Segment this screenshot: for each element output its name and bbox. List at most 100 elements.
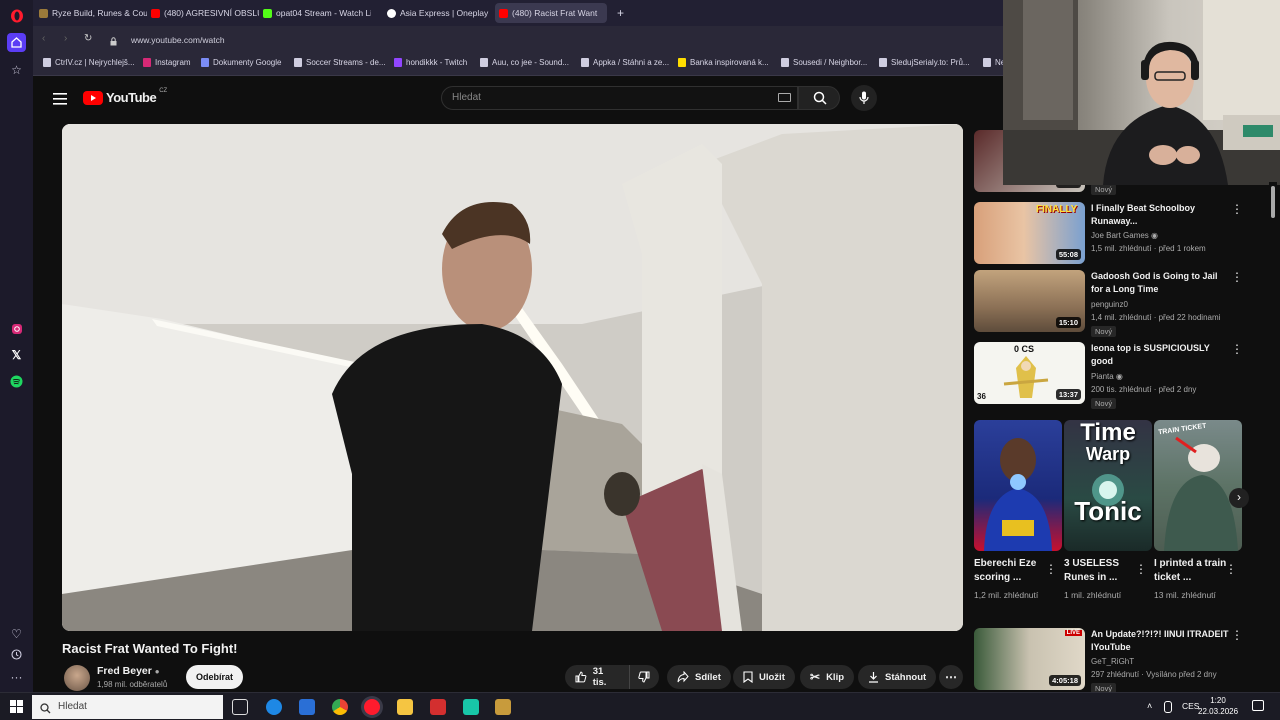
notification-icon[interactable] xyxy=(1252,700,1264,711)
more-options-icon[interactable]: ⋮ xyxy=(1231,203,1243,215)
bookmark-item[interactable]: Appka / Stáhni a ze... xyxy=(581,58,669,67)
tab-asia-express[interactable]: Asia Express | Oneplay xyxy=(383,3,495,23)
recommendation-channel[interactable]: GeT_RiGhT xyxy=(1091,657,1134,666)
recommendation-item[interactable]: LIVE 4:05:18 An Update?!?!?! IINUI ITRAD… xyxy=(974,628,1264,694)
bookmark-item[interactable]: Instagram xyxy=(143,58,191,67)
recommendation-title[interactable]: I Finally Beat Schoolboy Runaway... xyxy=(1091,202,1231,228)
subscribe-button[interactable]: Odebírat xyxy=(186,665,243,689)
short-thumbnail[interactable] xyxy=(974,420,1062,551)
bookmark-icon xyxy=(480,58,488,67)
scrollbar-thumb[interactable] xyxy=(1271,186,1275,218)
recommendation-title[interactable]: leona top is SUSPICIOUSLY good xyxy=(1091,342,1231,368)
x-twitter-icon[interactable]: 𝕏 xyxy=(7,345,26,364)
shorts-next-button[interactable]: › xyxy=(1229,488,1249,508)
forward-icon[interactable]: › xyxy=(64,33,67,44)
recommendation-title[interactable]: Gadoosh God is Going to Jail for a Long … xyxy=(1091,270,1231,296)
microphone-tray-icon[interactable] xyxy=(1164,701,1172,713)
more-options-icon[interactable]: ⋮ xyxy=(1135,562,1147,576)
video-thumbnail[interactable]: 15:10 xyxy=(974,270,1085,332)
youtube-logo[interactable]: YouTube CZ xyxy=(83,88,167,105)
more-icon[interactable]: ··· xyxy=(7,667,26,686)
bookmark-item[interactable]: Sousedi / Neighbor... xyxy=(781,58,867,67)
voice-search-button[interactable] xyxy=(851,85,877,111)
more-actions-button[interactable]: ⋯ xyxy=(939,665,963,689)
share-button[interactable]: Sdílet xyxy=(667,665,731,689)
file-explorer-icon[interactable] xyxy=(397,699,413,715)
channel-avatar[interactable] xyxy=(64,665,90,691)
task-view-icon[interactable] xyxy=(232,699,248,715)
short-thumbnail[interactable]: TRAIN TICKET xyxy=(1154,420,1242,551)
url-field[interactable]: www.youtube.com/watch xyxy=(103,32,983,48)
dislike-button[interactable] xyxy=(629,665,659,689)
windows-start-icon[interactable] xyxy=(10,700,23,718)
short-thumbnail[interactable]: Time Warp Tonic xyxy=(1064,420,1152,551)
bookmark-item[interactable]: Banka inspirovaná k... xyxy=(678,58,769,67)
app-teal-icon[interactable] xyxy=(463,699,479,715)
short-title[interactable]: Eberechi Eze scoring ... xyxy=(974,557,1048,585)
more-options-icon[interactable]: ⋮ xyxy=(1045,562,1057,576)
more-options-icon[interactable]: ⋮ xyxy=(1231,343,1243,355)
back-icon[interactable]: ‹ xyxy=(42,33,45,44)
tab-ryze[interactable]: Ryze Build, Runes & Coun xyxy=(35,3,147,23)
league-client-icon[interactable] xyxy=(495,699,511,715)
heart-icon[interactable]: ♡ xyxy=(7,624,26,643)
menu-icon[interactable] xyxy=(53,92,67,110)
bookmark-item[interactable]: Ne xyxy=(983,58,1005,67)
opera-gx-icon[interactable] xyxy=(364,699,380,715)
search-input[interactable]: Hledat xyxy=(441,86,798,110)
short-title[interactable]: I printed a train ticket ... xyxy=(1154,557,1228,585)
like-button[interactable]: 31 tis. xyxy=(565,665,629,689)
save-button[interactable]: Uložit xyxy=(733,665,795,689)
app-red-icon[interactable] xyxy=(430,699,446,715)
bookmark-item[interactable]: Auu, co jee - Sound... xyxy=(480,58,569,67)
download-button[interactable]: Stáhnout xyxy=(858,665,937,689)
taskbar-search-input[interactable]: Hledat xyxy=(32,695,223,719)
reload-icon[interactable]: ↻ xyxy=(84,33,92,44)
more-options-icon[interactable]: ⋮ xyxy=(1231,629,1243,641)
tray-chevron-icon[interactable]: ˄ xyxy=(1147,701,1152,711)
tab-racist-frat[interactable]: (480) Racist Frat Want xyxy=(495,3,607,23)
keyboard-icon[interactable] xyxy=(778,93,791,102)
tab-kick-stream[interactable]: opat04 Stream - Watch Li xyxy=(259,3,371,23)
tab-agresivni[interactable]: (480) AGRESIVNÍ OBSLUH xyxy=(147,3,259,23)
store-icon[interactable] xyxy=(299,699,315,715)
bookmark-item[interactable]: Soccer Streams - de... xyxy=(294,58,386,67)
search-button[interactable] xyxy=(798,86,840,110)
live-badge: LIVE xyxy=(1064,630,1082,636)
spotify-icon[interactable] xyxy=(7,372,26,391)
language-indicator[interactable]: CES xyxy=(1182,701,1199,711)
scrollbar-track[interactable] xyxy=(1269,182,1277,692)
short-title[interactable]: 3 USELESS Runes in ... xyxy=(1064,557,1138,585)
recommendation-channel[interactable]: Pianta ◉ xyxy=(1091,372,1123,381)
video-thumbnail[interactable]: LIVE 4:05:18 xyxy=(974,628,1085,690)
recommendation-item[interactable]: 0 CS 36 13:37 leona top is SUSPICIOUSLY … xyxy=(974,342,1264,409)
new-tab-button[interactable]: + xyxy=(613,3,629,23)
instagram-icon[interactable] xyxy=(7,319,26,338)
bookmark-item[interactable]: Dokumenty Google xyxy=(201,58,281,67)
clip-button[interactable]: ✂ Klip xyxy=(800,665,855,689)
recommendation-item[interactable]: FINALLY 55:08 I Finally Beat Schoolboy R… xyxy=(974,202,1264,264)
chrome-icon[interactable] xyxy=(332,699,348,715)
history-icon[interactable] xyxy=(7,645,26,664)
bookmark-icon xyxy=(983,58,991,67)
more-options-icon[interactable]: ⋮ xyxy=(1231,271,1243,283)
more-options-icon[interactable]: ⋮ xyxy=(1225,562,1237,576)
microphone-icon xyxy=(859,91,869,104)
bookmark-item[interactable]: SledujSerialy.to: Prů... xyxy=(879,58,970,67)
bookmark-icon xyxy=(294,58,302,67)
recommendation-title[interactable]: An Update?!?!?! IINUI ITRADEIT IYouTube xyxy=(1091,628,1231,654)
video-thumbnail[interactable]: FINALLY 55:08 xyxy=(974,202,1085,264)
taskbar-clock[interactable]: 1:20 22.03.2026 xyxy=(1198,695,1238,717)
bookmark-item[interactable]: CtrlV.cz | Nejrychlejš... xyxy=(43,58,135,67)
video-player[interactable] xyxy=(62,124,963,631)
bookmark-item[interactable]: hondikkk - Twitch xyxy=(394,58,467,67)
recommendation-channel[interactable]: penguinz0 xyxy=(1091,300,1128,309)
home-icon[interactable] xyxy=(7,33,26,52)
star-icon[interactable]: ☆ xyxy=(7,60,26,79)
video-thumbnail[interactable]: 0 CS 36 13:37 xyxy=(974,342,1085,404)
opera-logo-icon[interactable] xyxy=(7,6,26,25)
channel-name[interactable]: Fred Beyer ● xyxy=(97,665,160,677)
recommendation-channel[interactable]: Joe Bart Games ◉ xyxy=(1091,231,1158,240)
edge-icon[interactable] xyxy=(266,699,282,715)
recommendation-item[interactable]: 15:10 Gadoosh God is Going to Jail for a… xyxy=(974,270,1264,337)
